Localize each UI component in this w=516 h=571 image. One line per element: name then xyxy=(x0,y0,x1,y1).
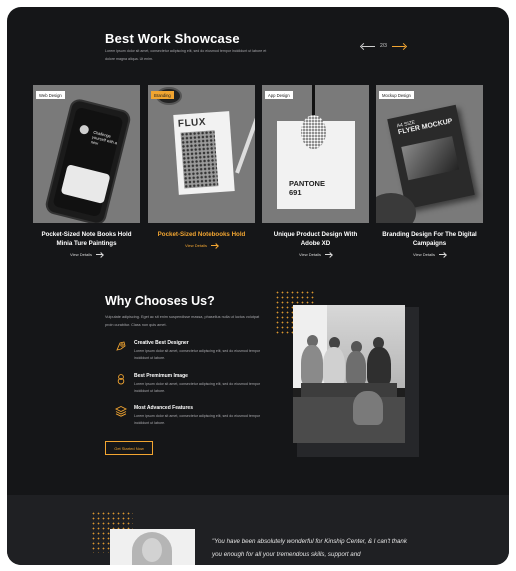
work-card-app-design[interactable]: App Design PANTONE 691 Unique Product Des… xyxy=(262,85,369,257)
card-tag: App Design xyxy=(265,91,293,99)
work-card-web-design[interactable]: Web Design Challenge yourself with a new… xyxy=(33,85,140,257)
view-details-label: View Details xyxy=(413,252,435,257)
card-title[interactable]: Unique Product Design With Adobe XD xyxy=(262,230,369,248)
phone-text: Challenge yourself with a new xyxy=(90,129,118,146)
view-details-label: View Details xyxy=(299,252,321,257)
card-image: Web Design Challenge yourself with a new xyxy=(33,85,140,223)
card-image: App Design PANTONE 691 xyxy=(262,85,369,223)
card-title[interactable]: Branding Design For The Digital Campaign… xyxy=(376,230,483,248)
showcase-pager: 2/3 xyxy=(362,43,405,49)
prev-arrow-icon[interactable] xyxy=(362,45,375,47)
get-started-button[interactable]: Get Started Now xyxy=(105,441,153,455)
view-details-label: View Details xyxy=(185,243,207,248)
view-details-link[interactable]: View Details xyxy=(33,252,140,257)
notebook-brand: FLUX xyxy=(177,116,207,130)
arrow-right-icon xyxy=(438,254,446,255)
arrow-right-icon xyxy=(95,254,103,255)
phone-mockup: Challenge yourself with a new xyxy=(43,97,133,223)
pantone-number: 691 xyxy=(289,188,302,197)
feature-title: Creative Best Designer xyxy=(134,340,189,346)
showcase-description: Lorem ipsum dolor sit amet, consectetur … xyxy=(105,49,267,61)
why-description: Vulputate adipiscing. Eget ac sit enim s… xyxy=(105,315,260,327)
card-title[interactable]: Pocket-Sized Notebooks Hold xyxy=(148,230,255,239)
image-icon xyxy=(117,374,125,385)
work-card-branding[interactable]: Branding FLUX Pocket-Sized Notebooks Hol… xyxy=(148,85,255,248)
view-details-link[interactable]: View Details xyxy=(376,252,483,257)
next-arrow-icon[interactable] xyxy=(391,45,405,47)
team-photo xyxy=(293,305,405,443)
feature-text: Lorem ipsum dolor sit amet, consectetur … xyxy=(134,414,261,425)
card-tag: Branding xyxy=(151,91,174,99)
work-card-mockup-design[interactable]: Mockup Design A4 SIZE FLYER MOCKUP Brand… xyxy=(376,85,483,257)
card-title[interactable]: Pocket-Sized Note Books Hold Minia Ture … xyxy=(33,230,140,248)
feature-text: Lorem ipsum dolor sit amet, consectetur … xyxy=(134,349,261,360)
feature-title: Most Advanced Features xyxy=(134,405,193,411)
feature-title: Best Premimum Image xyxy=(134,373,188,379)
avatar xyxy=(132,532,172,565)
card-tag: Web Design xyxy=(36,91,65,99)
view-details-link[interactable]: View Details xyxy=(262,252,369,257)
notebook-mockup: FLUX xyxy=(173,111,235,195)
page-frame: Best Work Showcase Lorem ipsum dolor sit… xyxy=(7,7,509,565)
showcase-title: Best Work Showcase xyxy=(105,31,240,46)
card-tag: Mockup Design xyxy=(379,91,414,99)
arrow-right-icon xyxy=(324,254,332,255)
view-details-label: View Details xyxy=(70,252,92,257)
designer-icon xyxy=(116,341,126,351)
layers-icon xyxy=(115,405,127,417)
pantone-label: PANTONE xyxy=(289,179,325,188)
pager-count: 2/3 xyxy=(380,43,387,49)
why-title: Why Chooses Us? xyxy=(105,294,215,308)
card-image: Mockup Design A4 SIZE FLYER MOCKUP xyxy=(376,85,483,223)
card-image: Branding FLUX xyxy=(148,85,255,223)
testimonial-quote: "You have been absolutely wonderful for … xyxy=(212,538,407,558)
feature-text: Lorem ipsum dolor sit amet, consectetur … xyxy=(134,382,261,393)
view-details-link[interactable]: View Details xyxy=(148,243,255,248)
arrow-right-icon xyxy=(210,245,218,246)
